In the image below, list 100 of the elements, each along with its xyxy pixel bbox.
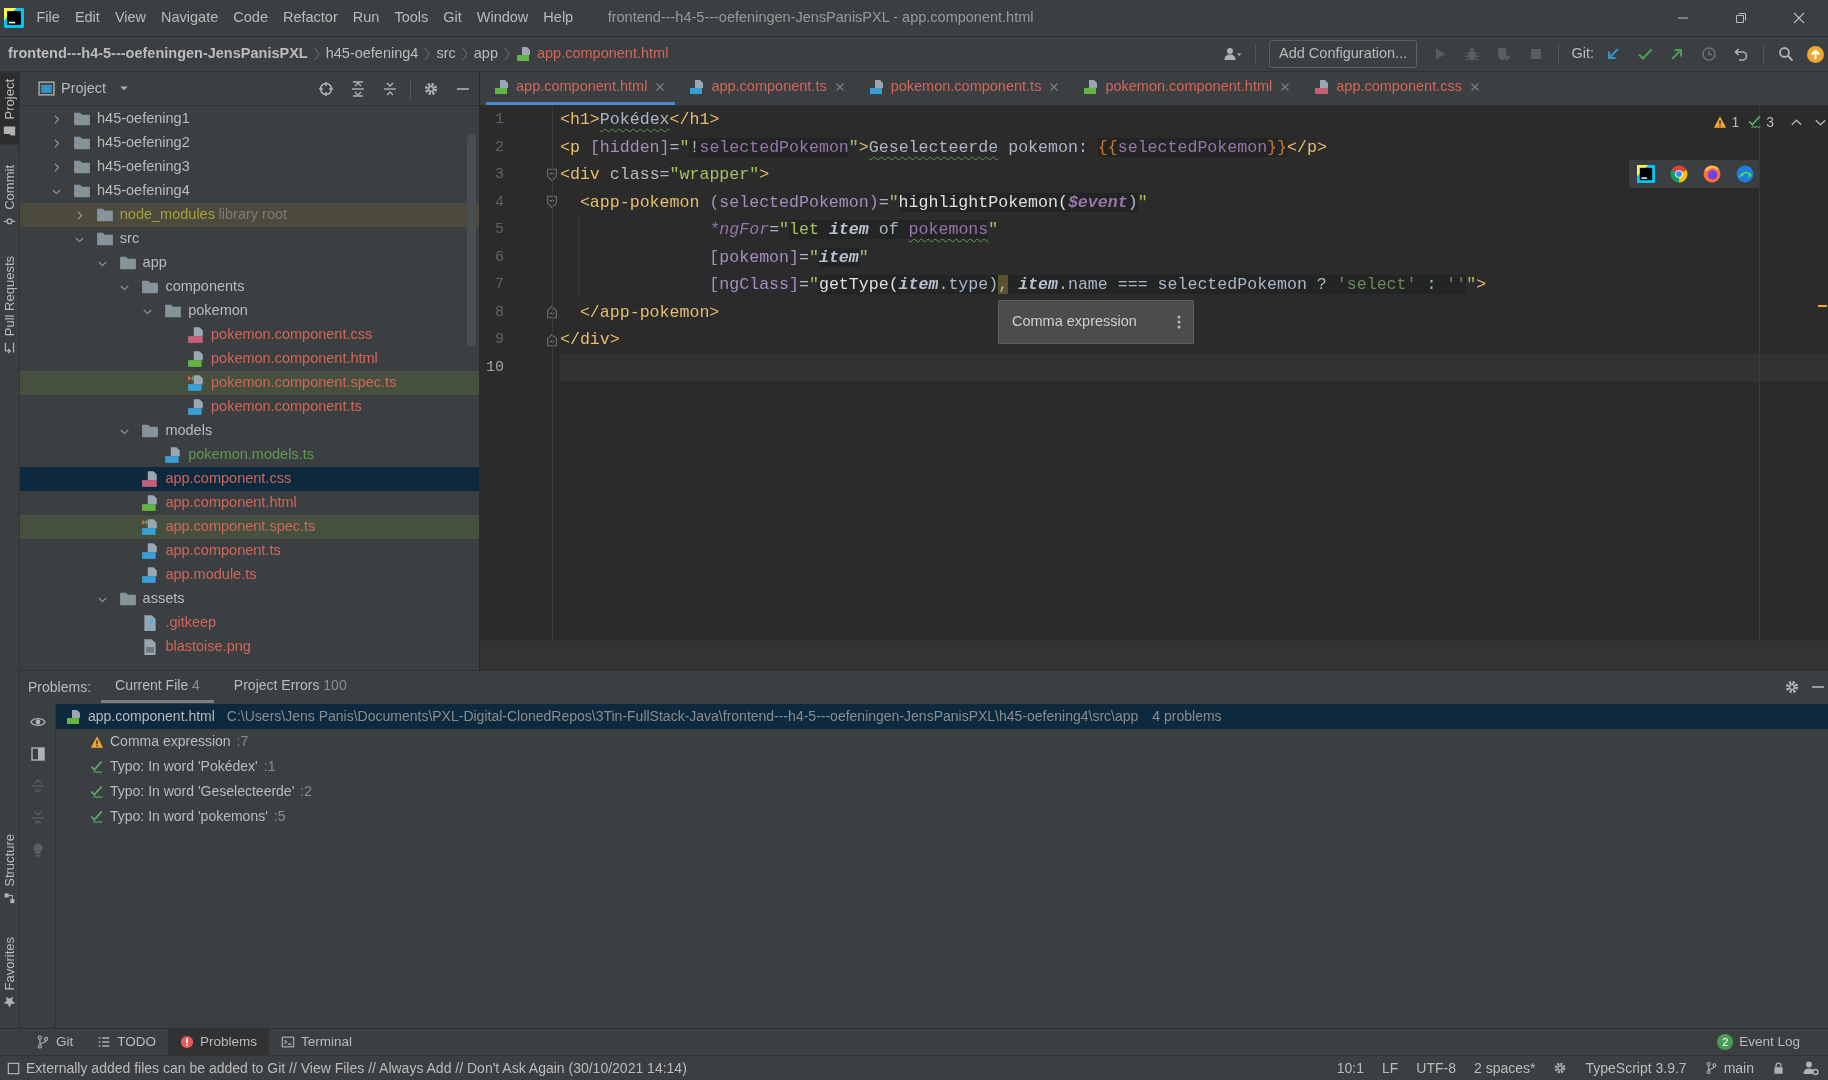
problem-file-row[interactable]: app.component.html C:\Users\Jens Panis\Documents\PXL-Digital-ClonedRepos\3Tin-FullStack-Java\frontend---h4-5---oefeningen-JensPanisPXL\h45-oefening4\src\app 4 problems: [56, 704, 1828, 729]
tree-item[interactable]: app.component.css: [20, 467, 479, 491]
tree-item[interactable]: node_modules library root: [20, 203, 479, 227]
menu-item[interactable]: Git: [435, 9, 470, 27]
browser-icon[interactable]: [1703, 165, 1721, 183]
tree-item[interactable]: app.component.html: [20, 491, 479, 515]
arrow-up-right-icon[interactable]: [1669, 46, 1685, 62]
more-icon[interactable]: [1177, 314, 1181, 330]
tool-window-button[interactable]: Problems: [168, 1029, 270, 1055]
settings-icon[interactable]: [423, 80, 439, 97]
tree-item[interactable]: app.module.ts: [20, 563, 479, 587]
person-icon[interactable]: [1803, 1060, 1819, 1076]
problem-item[interactable]: Typo: In word 'pokemons' :5: [56, 804, 1828, 829]
tool-window-tab[interactable]: Pull Requests: [0, 249, 19, 362]
tree-item[interactable]: pokemon.component.html: [20, 347, 479, 371]
tree-item[interactable]: src: [20, 227, 479, 251]
line-separator[interactable]: LF: [1372, 1059, 1408, 1077]
tree-item[interactable]: pokemon.models.ts: [20, 443, 479, 467]
menu-item[interactable]: Navigate: [153, 9, 226, 27]
menu-item[interactable]: Tools: [386, 9, 436, 27]
menu-item[interactable]: Code: [225, 9, 276, 27]
problem-item[interactable]: Typo: In word 'Pokédex' :1: [56, 754, 1828, 779]
panel-tab[interactable]: Project Errors 100: [219, 671, 361, 703]
fold-marker-icon[interactable]: [545, 194, 559, 211]
check-icon[interactable]: [1637, 46, 1653, 62]
tree-item[interactable]: app.component.ts: [20, 539, 479, 563]
tree-item[interactable]: .gitkeep: [20, 611, 479, 635]
tree-item[interactable]: blastoise.png: [20, 635, 479, 659]
tool-window-tab[interactable]: Structure: [0, 826, 19, 912]
up-arrow-circle-icon[interactable]: [1806, 45, 1824, 63]
typos-count-button[interactable]: 3: [1748, 113, 1774, 131]
locate-icon[interactable]: [318, 80, 334, 97]
tree-item[interactable]: app: [20, 251, 479, 275]
breadcrumb[interactable]: h45-oefening4: [325, 45, 419, 63]
problem-item[interactable]: Comma expression :7: [56, 729, 1828, 754]
event-log-button[interactable]: 2 Event Log: [1717, 1033, 1800, 1051]
tool-window-tab[interactable]: Commit: [0, 158, 19, 236]
restore-icon[interactable]: [1733, 10, 1749, 26]
ts-file-icon: [689, 79, 706, 95]
editor-tab[interactable]: pokemon.component.html: [1075, 72, 1301, 105]
panel-toggle-icon[interactable]: [6, 1060, 21, 1076]
fold-marker-icon[interactable]: [545, 304, 559, 321]
editor-tab[interactable]: app.component.ts: [681, 72, 855, 105]
typo-check-icon: [90, 809, 104, 824]
view-dropdown[interactable]: Project: [61, 79, 131, 98]
ide-logo-icon[interactable]: [1637, 165, 1655, 183]
editor-tab[interactable]: app.component.html: [486, 72, 676, 105]
tool-window-button[interactable]: Terminal: [269, 1029, 365, 1055]
fold-marker-icon[interactable]: [545, 166, 559, 183]
expand-all-icon[interactable]: [350, 80, 366, 97]
browser-icon[interactable]: [1670, 165, 1688, 183]
tool-window-button[interactable]: TODO: [85, 1029, 169, 1055]
add-configuration-button[interactable]: Add Configuration...: [1269, 40, 1418, 68]
gear-icon[interactable]: [1553, 1061, 1568, 1075]
fold-marker-icon[interactable]: [545, 331, 559, 348]
browser-icon[interactable]: [1736, 165, 1754, 183]
undo-icon[interactable]: [1733, 46, 1749, 62]
warnings-count-button[interactable]: 1: [1713, 113, 1740, 131]
close-icon[interactable]: [1791, 10, 1807, 26]
editor-tab[interactable]: pokemon.component.ts: [860, 72, 1070, 105]
warning-icon: [1713, 115, 1728, 129]
collapse-all-icon[interactable]: [382, 80, 398, 97]
breadcrumb[interactable]: frontend---h4-5---oefeningen-JensPanisPXL: [8, 45, 308, 63]
tree-item[interactable]: h45-oefening4: [20, 179, 479, 203]
breadcrumb[interactable]: app: [473, 45, 498, 63]
breadcrumb[interactable]: src: [436, 45, 456, 63]
tree-item[interactable]: h45-oefening1: [20, 107, 479, 131]
lock-icon[interactable]: [1772, 1061, 1785, 1075]
file-encoding[interactable]: UTF-8: [1407, 1059, 1465, 1077]
editor-tab[interactable]: app.component.css: [1306, 72, 1490, 105]
tool-window-tab[interactable]: Favorites: [0, 929, 19, 1015]
git-branch[interactable]: main: [1695, 1059, 1763, 1077]
problem-item[interactable]: Typo: In word 'Geselecteerde' :2: [56, 779, 1828, 804]
menu-item[interactable]: File: [29, 9, 68, 27]
breadcrumb[interactable]: app.component.html: [536, 45, 669, 63]
tree-item[interactable]: h45-oefening2: [20, 131, 479, 155]
menu-item[interactable]: Run: [345, 9, 387, 27]
tree-item[interactable]: pokemon.component.css: [20, 323, 479, 347]
menu-item[interactable]: View: [107, 9, 154, 27]
breadcrumb-separator-icon: [460, 46, 469, 62]
menu-item[interactable]: Refactor: [275, 9, 346, 27]
tool-window-button[interactable]: Git: [24, 1029, 86, 1055]
tree-item[interactable]: models: [20, 419, 479, 443]
menu-item[interactable]: Help: [535, 9, 581, 27]
menu-item[interactable]: Edit: [67, 9, 108, 27]
tree-item[interactable]: h45-oefening3: [20, 155, 479, 179]
clock-icon[interactable]: [1701, 46, 1717, 62]
arrow-down-left-icon[interactable]: [1605, 46, 1621, 62]
tree-item[interactable]: components: [20, 275, 479, 299]
preview-icon[interactable]: [29, 746, 46, 762]
tree-item[interactable]: pokemon.component.ts: [20, 395, 479, 419]
language-version[interactable]: TypeScript 3.9.7: [1576, 1059, 1696, 1077]
search-icon[interactable]: [1778, 46, 1794, 62]
settings-icon[interactable]: [1784, 679, 1800, 695]
menu-item[interactable]: Window: [469, 9, 536, 27]
tree-item[interactable]: pokemon: [20, 299, 479, 323]
tree-item[interactable]: assets: [20, 587, 479, 611]
indent-setting[interactable]: 2 spaces*: [1465, 1059, 1545, 1077]
caret-position[interactable]: 10:1: [1327, 1059, 1373, 1077]
tool-window-tab[interactable]: Project: [0, 72, 19, 145]
